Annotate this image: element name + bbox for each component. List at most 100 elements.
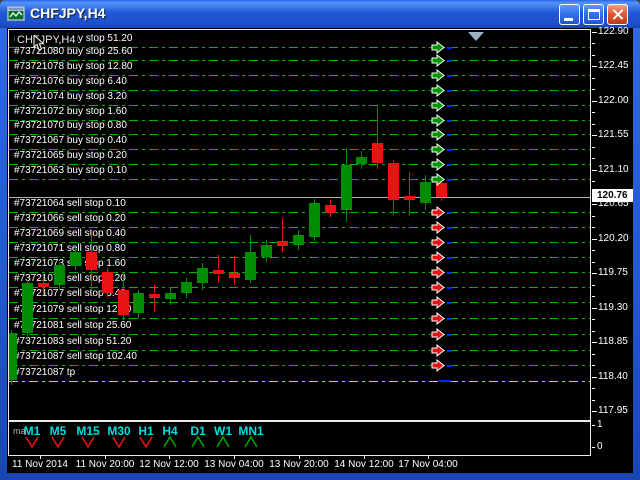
chart-shift-marker-icon[interactable]	[468, 32, 484, 41]
buy-order-arrow-icon	[431, 84, 446, 97]
candle-body	[293, 235, 304, 245]
candle-body	[245, 252, 256, 280]
price-axis-tick	[592, 285, 595, 286]
close-button[interactable]	[607, 4, 628, 25]
sell-stop-line	[9, 318, 590, 319]
price-axis-tick	[592, 319, 595, 320]
time-axis-label: 11 Nov 2014	[12, 459, 68, 470]
price-axis-tick	[592, 273, 597, 274]
sell-order-arrow-icon	[431, 312, 446, 325]
price-axis-label: 122.90	[598, 26, 629, 37]
buy-stop-order-label: #73721078 buy stop 12.80	[14, 61, 132, 72]
price-axis-tick	[592, 101, 597, 102]
order-blue-tick	[447, 149, 452, 151]
price-axis-tick	[592, 135, 597, 136]
price-axis-label: 122.00	[598, 95, 629, 106]
price-axis-tick	[592, 66, 597, 67]
candle-body	[325, 205, 336, 213]
candle-body	[22, 283, 33, 333]
signal-up-icon	[190, 436, 206, 449]
signal-up-icon	[243, 436, 259, 449]
buy-stop-order-label: #73721080 buy stop 25.60	[14, 46, 132, 57]
sell-order-arrow-icon	[431, 344, 446, 357]
buy-order-arrow-icon	[431, 143, 446, 156]
take-profit-line	[9, 381, 590, 382]
sell-order-arrow-icon	[431, 206, 446, 219]
signal-down-icon	[138, 436, 154, 449]
buy-stop-order-label: #73721070 buy stop 0.80	[14, 120, 127, 131]
buy-stop-order-label: #73721065 buy stop 0.20	[14, 150, 127, 161]
candle-wick	[218, 255, 219, 283]
sell-stop-order-label: #73721064 sell stop 0.10	[14, 198, 126, 209]
order-blue-tick	[447, 75, 452, 77]
candle-body	[70, 252, 81, 266]
sell-order-arrow-icon	[431, 281, 446, 294]
tp-entry-tick	[439, 380, 451, 382]
sell-order-arrow-icon	[431, 266, 446, 279]
price-axis-tick	[592, 32, 597, 33]
candle-body	[388, 163, 399, 200]
price-axis-tick	[592, 204, 597, 205]
price-axis-tick	[592, 250, 595, 251]
minimize-button[interactable]	[559, 4, 580, 25]
maximize-button[interactable]	[583, 4, 604, 25]
signal-down-icon	[24, 436, 40, 449]
time-axis-label: 12 Nov 12:00	[139, 459, 199, 470]
price-axis-tick	[592, 170, 597, 171]
buy-order-arrow-icon	[431, 114, 446, 127]
price-axis-label: 118.40	[598, 371, 628, 382]
current-price-tag: 120.76	[592, 189, 633, 202]
symbol-period-label: CHFJPY,H4	[15, 34, 77, 46]
candle-body	[197, 268, 208, 283]
price-axis-label: 119.30	[598, 302, 628, 313]
order-blue-tick	[447, 350, 452, 352]
price-axis-tick	[592, 342, 597, 343]
price-axis-label: 121.55	[598, 129, 629, 140]
main-chart-area[interactable]: CHFJPY,H4 #73721082 buy stop 51.20#73721…	[8, 29, 591, 421]
signal-down-icon	[50, 436, 66, 449]
order-blue-tick	[447, 90, 452, 92]
order-blue-tick	[447, 60, 452, 62]
buy-stop-order-label: #73721072 buy stop 1.60	[14, 106, 127, 117]
candle-body	[38, 283, 49, 287]
candle-body	[213, 270, 224, 274]
buy-order-arrow-icon	[431, 128, 446, 141]
price-axis-tick	[592, 354, 595, 355]
buy-stop-order-label: #73721074 buy stop 3.20	[14, 91, 127, 102]
indicator-name-label: ma	[13, 426, 26, 436]
candle-wick	[154, 285, 155, 312]
candle-wick	[234, 256, 235, 285]
price-axis-tick	[592, 239, 597, 240]
order-blue-tick	[447, 365, 452, 367]
titlebar[interactable]: CHFJPY,H4	[0, 0, 640, 28]
price-axis-label: 118.85	[598, 336, 628, 347]
sell-stop-order-label: #73721083 sell stop 51.20	[14, 336, 131, 347]
buy-order-arrow-icon	[431, 69, 446, 82]
candle-body	[86, 252, 97, 270]
sell-stop-line	[9, 334, 590, 335]
price-axis-label: 120.20	[598, 233, 629, 244]
indicator-subwindow[interactable]: ma M1M5M15M30H1H4D1W1MN1	[8, 421, 591, 456]
buy-order-arrow-icon	[431, 54, 446, 67]
candle-body	[133, 293, 144, 313]
signal-down-icon	[111, 436, 127, 449]
sell-stop-line	[9, 365, 590, 366]
buy-order-arrow-icon	[431, 173, 446, 186]
candle-body	[356, 157, 367, 164]
maximize-icon	[588, 9, 600, 20]
sell-stop-order-label: #73721066 sell stop 0.20	[14, 213, 126, 224]
candle-wick	[409, 172, 410, 215]
buy-stop-order-label: #73721063 buy stop 0.10	[14, 165, 127, 176]
subwindow-scale-top: 1	[597, 419, 603, 430]
candle-body	[341, 165, 352, 210]
price-axis-tick	[592, 158, 595, 159]
order-blue-tick	[447, 164, 452, 166]
signal-up-icon	[215, 436, 231, 449]
candle-body	[149, 294, 160, 298]
buy-order-arrow-icon	[431, 41, 446, 54]
time-axis-label: 17 Nov 04:00	[398, 459, 458, 470]
order-blue-tick	[447, 47, 452, 49]
price-axis-tick	[592, 181, 595, 182]
candle-body	[404, 196, 415, 200]
candle-body	[420, 182, 431, 203]
